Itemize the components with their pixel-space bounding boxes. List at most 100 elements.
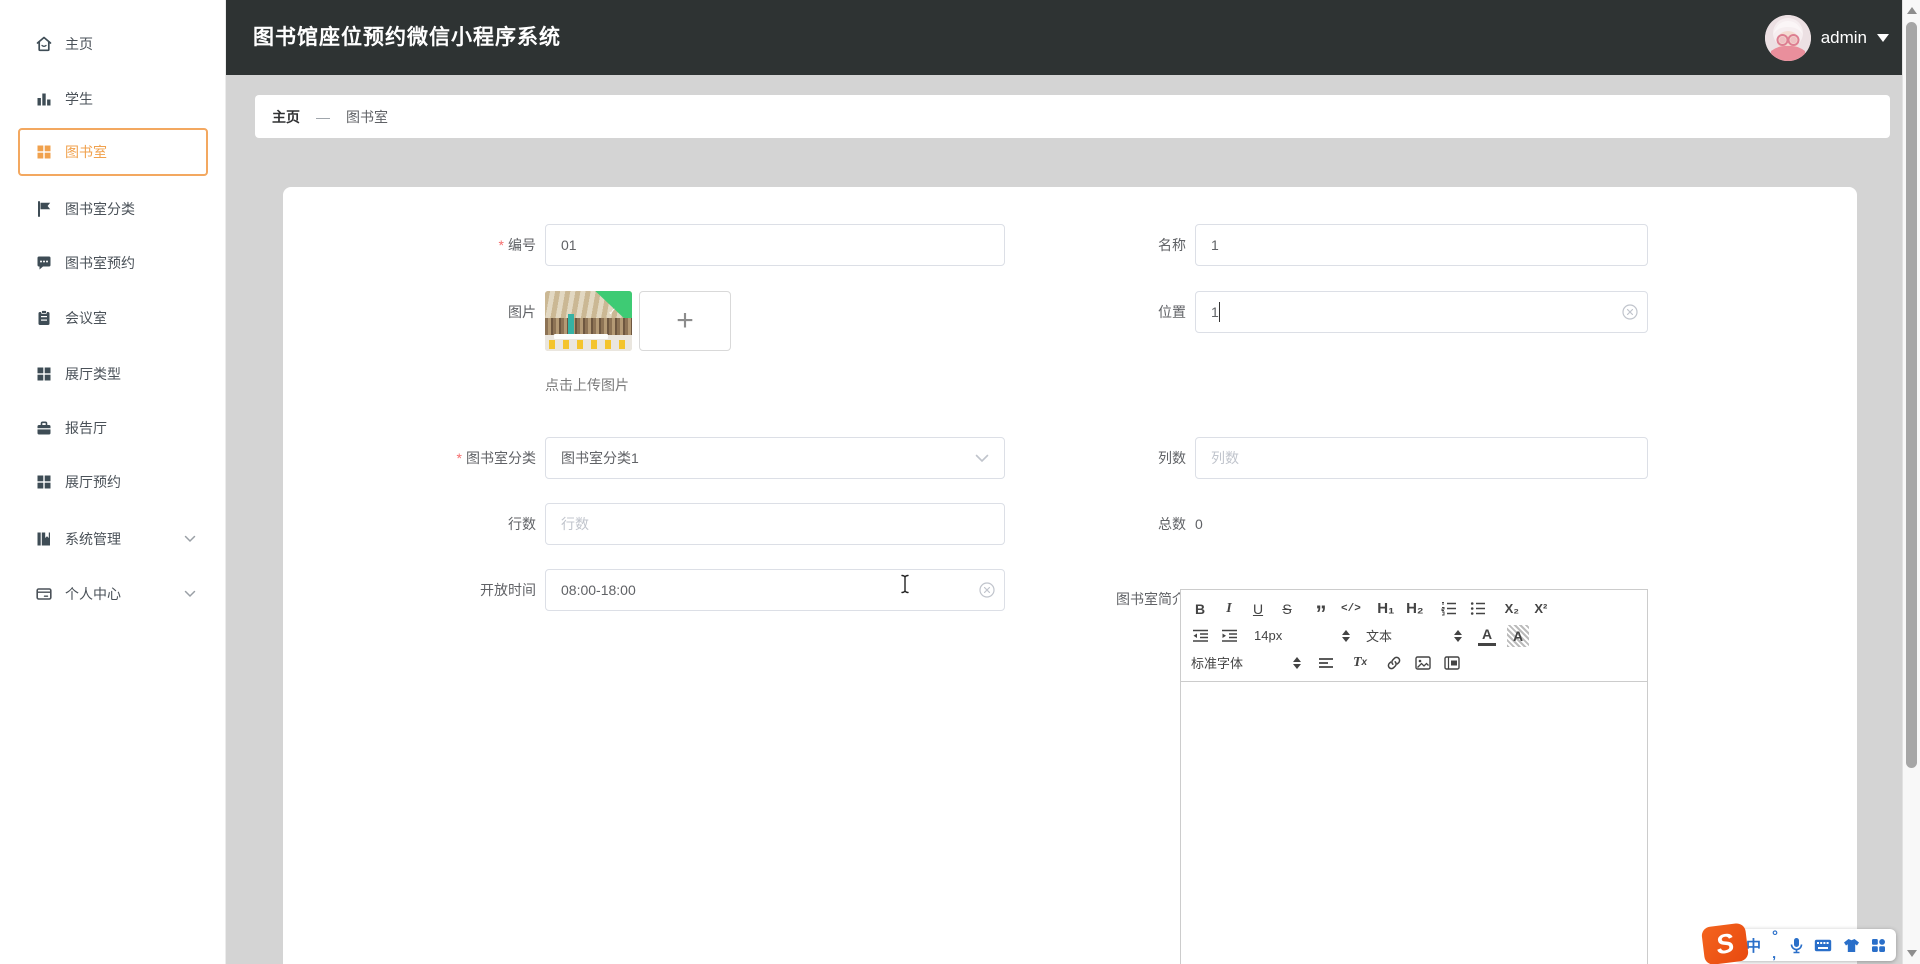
sogou-ime-logo[interactable]: S [1700,922,1750,964]
thumbnail-art [545,318,632,335]
code-input[interactable] [545,224,1005,266]
code-label: * 编号 [498,237,536,253]
background-color-button[interactable]: A [1507,624,1529,647]
strikethrough-button[interactable]: S [1278,598,1296,620]
text-color-button[interactable]: A [1478,626,1496,646]
text-caret [1219,302,1220,322]
location-input[interactable] [1195,291,1648,333]
ime-toolbar: 中 °‚ [1736,928,1896,962]
sidebar-item-library-reservation[interactable]: 图书室预约 [18,239,208,287]
chat-bubble-icon [35,254,53,272]
grid-icon [35,365,53,383]
clear-icon[interactable] [1622,304,1638,320]
ime-punctuation[interactable]: °‚ [1772,928,1779,962]
grid-icon [35,143,53,161]
font-size-picker[interactable]: 14px [1254,628,1350,643]
scrollbar-thumb[interactable] [1906,22,1917,768]
columns-input[interactable] [1195,437,1648,479]
font-family-picker[interactable]: 标准字体 [1191,653,1301,672]
thumbnail-art [553,334,608,339]
align-button[interactable] [1317,652,1335,674]
ordered-list-button[interactable] [1440,598,1458,620]
indent-button[interactable] [1220,625,1238,647]
open-time-input[interactable] [545,569,1005,611]
italic-button[interactable]: I [1220,598,1238,620]
breadcrumb-home[interactable]: 主页 [272,107,300,127]
open-time-field [545,569,1005,611]
sidebar-item-library-category[interactable]: 图书室分类 [18,185,208,233]
dropdown-arrow-icon [1877,33,1889,42]
superscript-button[interactable]: X² [1532,598,1550,620]
sidebar-item-label: 个人中心 [65,586,121,602]
stepper-icon [1342,629,1350,642]
avatar[interactable] [1764,14,1811,61]
scroll-down-arrow-icon[interactable] [1907,950,1917,957]
sidebar-item-library-room[interactable]: 图书室 [18,128,208,176]
keyboard-icon[interactable] [1814,939,1832,952]
form-card: *编号 名称 图片 ✓ + 点击上传图片 位置 *图书室分类 图书 [283,187,1857,964]
location-field [1195,291,1648,333]
columns-label: 列数 [1158,450,1186,466]
insert-image-button[interactable] [1414,652,1432,674]
sidebar-item-hall-type[interactable]: 展厅类型 [18,350,208,398]
clear-format-button[interactable]: Tx [1351,652,1369,674]
sidebar-item-meeting-room[interactable]: 会议室 [18,294,208,342]
total-value: 0 [1195,516,1203,532]
sidebar-item-home[interactable]: 主页 [18,20,208,68]
rows-label: 行数 [508,516,536,532]
check-icon: ✓ [607,306,617,318]
name-input[interactable] [1195,224,1648,266]
books-icon [35,530,53,548]
scroll-up-arrow-icon[interactable] [1907,7,1917,14]
user-menu[interactable]: admin [1764,0,1895,75]
skin-shirt-icon[interactable] [1843,938,1860,953]
outdent-button[interactable] [1191,625,1209,647]
font-family-value: 标准字体 [1191,656,1244,671]
heading-1-button[interactable]: H₁ [1377,598,1395,620]
total-label: 总数 [1158,516,1186,532]
editor-content-area[interactable] [1181,682,1647,964]
text-style-picker[interactable]: 文本 [1366,626,1462,645]
blockquote-button[interactable]: ” [1312,593,1330,625]
clear-icon[interactable] [979,582,995,598]
bullet-list-button[interactable] [1469,598,1487,620]
name-label: 名称 [1158,237,1186,253]
sidebar-item-lecture-hall[interactable]: 报告厅 [18,404,208,452]
sidebar-item-label: 会议室 [65,310,107,326]
chevron-down-icon [184,535,196,543]
link-button[interactable] [1385,652,1403,674]
sidebar-item-students[interactable]: 学生 [18,75,208,123]
card-icon [35,585,53,603]
sidebar-item-label: 图书室预约 [65,255,135,271]
subscript-button[interactable]: X₂ [1503,598,1521,620]
app-title: 图书馆座位预约微信小程序系统 [253,26,561,49]
ime-chinese-mode[interactable]: 中 [1746,935,1761,956]
location-label: 位置 [1158,304,1186,320]
sidebar-item-hall-reservation[interactable]: 展厅预约 [18,458,208,506]
username: admin [1820,27,1867,47]
sidebar-item-label: 展厅类型 [65,366,121,382]
grid-icon [35,473,53,491]
category-select[interactable]: 图书室分类1 [545,437,1005,479]
sidebar: 主页 学生 图书室 图书室分类 图书室预约 会议室 展厅类型 报告厅 展厅预约 … [0,0,226,964]
underline-button[interactable]: U [1249,598,1267,620]
chevron-down-icon [975,454,989,463]
app-header: 图书馆座位预约微信小程序系统 admin [225,0,1903,75]
toolbox-grid-icon[interactable] [1871,938,1886,953]
bold-button[interactable]: B [1191,598,1209,620]
heading-2-button[interactable]: H₂ [1406,598,1424,620]
stepper-icon [1293,656,1301,669]
sidebar-item-system-management[interactable]: 系统管理 [18,515,208,563]
sidebar-item-personal-center[interactable]: 个人中心 [18,570,208,618]
upload-image-button[interactable]: + [639,291,731,351]
required-mark: * [498,237,504,253]
intro-rich-text-editor: B I U S ” </> H₁ H₂ X₂ X² 14px 文本 A A 标准… [1180,589,1648,964]
uploaded-image-thumbnail[interactable]: ✓ [545,291,632,351]
rows-input[interactable] [545,503,1005,545]
microphone-icon[interactable] [1790,937,1803,954]
insert-video-button[interactable] [1443,652,1461,674]
image-label: 图片 [508,304,536,320]
flag-icon [35,200,53,218]
vertical-scrollbar[interactable] [1902,0,1920,964]
code-block-button[interactable]: </> [1341,598,1361,620]
